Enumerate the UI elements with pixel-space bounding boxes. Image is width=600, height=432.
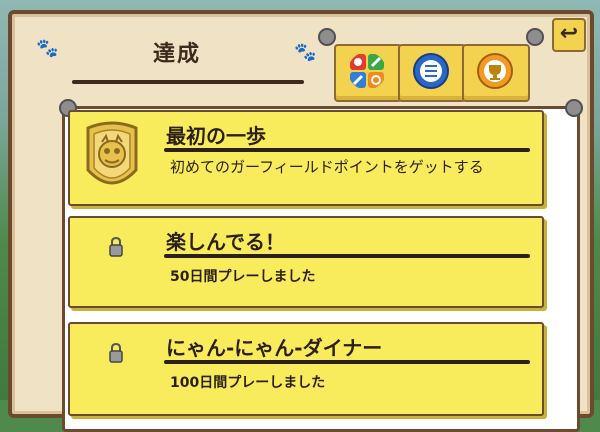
- lock-icon: [109, 342, 123, 363]
- back-button[interactable]: ↩: [552, 18, 586, 52]
- pin: [565, 99, 583, 117]
- title-rule: [164, 360, 530, 364]
- pin: [318, 28, 336, 46]
- garfield-medal-icon: [86, 121, 138, 185]
- tab-categories[interactable]: [334, 44, 402, 102]
- list-emblem-icon: [413, 53, 449, 89]
- achievement-description: 100日間プレーしました: [170, 375, 326, 391]
- achievement-description: 50日間プレーしました: [170, 269, 316, 285]
- achievement-title: 楽しんでる！: [166, 230, 285, 254]
- paw-prints-right-icon: 🐾: [294, 42, 317, 63]
- pin: [526, 28, 544, 46]
- achievement-title: 最初の一歩: [166, 124, 266, 148]
- title-rule: [164, 148, 530, 152]
- achievement-card[interactable]: にゃん-にゃん-ダイナー 100日間プレーしました: [68, 322, 544, 416]
- title-rule: [164, 254, 530, 258]
- category-grid-icon: [350, 54, 384, 88]
- lock-icon: [109, 236, 123, 257]
- achievement-description: 初めてのガーフィールドポイントをゲットする: [170, 158, 484, 176]
- achievement-card[interactable]: 楽しんでる！ 50日間プレーしました: [68, 216, 544, 308]
- trophy-emblem-icon: [477, 53, 513, 89]
- tab-list[interactable]: [398, 44, 466, 102]
- paw-prints-left-icon: 🐾: [36, 38, 59, 59]
- title-underline: [72, 80, 304, 84]
- page-title: 達成: [152, 42, 201, 67]
- achievement-card[interactable]: 最初の一歩 初めてのガーフィールドポイントをゲットする: [68, 110, 544, 206]
- achievement-title: にゃん-にゃん-ダイナー: [166, 336, 383, 360]
- tab-trophies[interactable]: [462, 44, 530, 102]
